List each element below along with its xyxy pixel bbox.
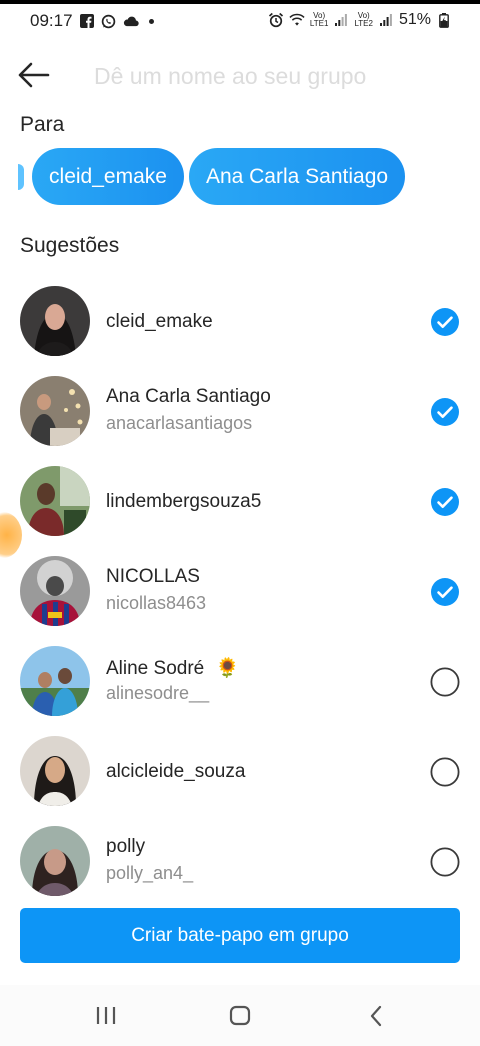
wifi-icon	[289, 12, 305, 28]
cloud-icon	[123, 13, 139, 29]
avatar	[20, 556, 90, 626]
whatsapp-icon	[101, 13, 117, 29]
contact-username: nicollas8463	[106, 593, 207, 613]
contact-name: cleid_emake	[106, 311, 213, 332]
recents-icon[interactable]	[86, 1001, 126, 1031]
contact-name: polly	[106, 836, 146, 857]
checkmark-selected-icon[interactable]	[430, 577, 460, 607]
status-time: 09:17	[30, 11, 73, 30]
contact-username: polly_an4_	[106, 863, 194, 883]
to-section-title: Para	[20, 113, 65, 136]
sim2-indicator: Vo) LTE2	[354, 12, 373, 28]
avatar	[20, 466, 90, 536]
system-nav-bar	[0, 985, 480, 1046]
signal-icon	[378, 12, 394, 28]
create-group-chat-button[interactable]: Criar bate-papo em grupo	[20, 908, 460, 963]
checkmark-selected-icon[interactable]	[430, 487, 460, 517]
list-item[interactable]: NICOLLAS nicollas8463	[0, 546, 480, 636]
facebook-icon	[79, 13, 95, 29]
home-icon[interactable]	[220, 1001, 260, 1031]
contact-username: alinesodre__	[106, 683, 210, 703]
selected-recipients: cleid_emake Ana Carla Santiago	[0, 148, 480, 206]
arrow-left-icon[interactable]	[18, 62, 52, 88]
contact-name: Aline Sodré 🌻	[106, 656, 239, 680]
signal-icon	[333, 12, 349, 28]
avatar	[20, 286, 90, 356]
group-name-input[interactable]	[92, 58, 456, 94]
header	[0, 50, 480, 100]
avatar	[20, 376, 90, 446]
status-bar: 09:17 Vo) LTE1 Vo) LTE2 51%	[0, 4, 480, 38]
checkmark-unselected-icon[interactable]	[430, 667, 460, 697]
sim2-lte-label: LTE2	[354, 19, 373, 28]
contact-name: NICOLLAS	[106, 566, 200, 587]
contact-username: anacarlasantiagos	[106, 413, 253, 433]
sim1-indicator: Vo) LTE1	[310, 12, 329, 28]
list-item[interactable]: polly polly_an4_	[0, 816, 480, 906]
contact-name-text: Aline Sodré	[106, 658, 205, 679]
contact-name: alcicleide_souza	[106, 761, 246, 782]
list-item[interactable]: Aline Sodré 🌻 alinesodre__	[0, 636, 480, 726]
alarm-icon	[268, 12, 284, 28]
recipient-chip[interactable]: cleid_emake	[32, 148, 184, 205]
recipient-chip-label: cleid_emake	[49, 164, 167, 188]
list-item[interactable]: alcicleide_souza	[0, 726, 480, 816]
back-icon[interactable]	[356, 1001, 396, 1031]
status-left: 09:17	[30, 11, 154, 31]
battery-charging-icon	[436, 12, 452, 28]
sunflower-emoji-icon: 🌻	[215, 658, 240, 679]
battery-percent: 51%	[398, 11, 431, 28]
checkmark-selected-icon[interactable]	[430, 397, 460, 427]
avatar	[20, 736, 90, 806]
chip-overflow-edge	[18, 164, 24, 190]
contact-name: Ana Carla Santiago	[106, 386, 271, 407]
checkmark-unselected-icon[interactable]	[430, 847, 460, 877]
checkmark-selected-icon[interactable]	[430, 307, 460, 337]
contact-name: lindembergsouza5	[106, 491, 262, 512]
recipient-chip-label: Ana Carla Santiago	[205, 164, 389, 188]
list-item[interactable]: lindembergsouza5	[0, 456, 480, 546]
suggestions-title: Sugestões	[20, 234, 120, 257]
list-item[interactable]: cleid_emake	[0, 276, 480, 366]
avatar	[20, 646, 90, 716]
list-item[interactable]: Ana Carla Santiago anacarlasantiagos	[0, 366, 480, 456]
notification-dot-icon	[148, 18, 154, 24]
status-right: Vo) LTE1 Vo) LTE2 51%	[268, 11, 452, 29]
checkmark-unselected-icon[interactable]	[430, 757, 460, 787]
recipient-chip[interactable]: Ana Carla Santiago	[189, 148, 405, 205]
avatar	[20, 826, 90, 896]
sim1-lte-label: LTE1	[309, 19, 329, 28]
